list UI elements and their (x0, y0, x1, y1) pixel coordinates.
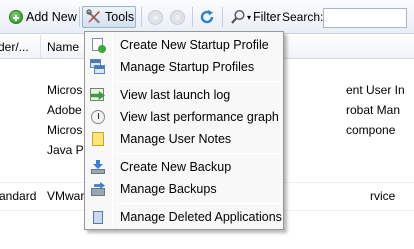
add-new-label: Add New (26, 10, 77, 24)
manage-backups-icon (90, 181, 106, 197)
previous-icon (148, 9, 163, 25)
menu-item-manage-backups[interactable]: Manage Backups (87, 178, 281, 200)
refresh-button[interactable] (199, 6, 215, 28)
column-header-folder[interactable]: der/... (0, 40, 29, 54)
list-item[interactable]: Adobe (47, 103, 82, 117)
refresh-icon (199, 9, 215, 25)
performance-icon (90, 109, 106, 125)
toolbar-separator (141, 7, 142, 27)
tools-menu: Create New Startup Profile Manage Startu… (84, 31, 284, 230)
column-divider[interactable] (40, 35, 41, 59)
list-item-description: ent User In (346, 83, 405, 97)
filter-icon (230, 9, 246, 25)
menu-separator (115, 153, 281, 154)
menu-item-label: Manage Deleted Applications (120, 210, 282, 224)
menu-item-label: Create New Startup Profile (120, 38, 269, 52)
next-icon (170, 9, 185, 25)
list-item-description: compone (346, 123, 396, 137)
next-button[interactable] (170, 6, 185, 28)
filter-button[interactable]: ▾ Filter (226, 6, 285, 28)
filter-label: Filter (253, 10, 281, 24)
menu-item-label: View last performance graph (120, 110, 279, 124)
tools-icon (86, 9, 102, 25)
menu-item-label: Create New Backup (120, 160, 232, 174)
add-new-button[interactable]: Add New (5, 6, 81, 28)
menu-item-label: Manage User Notes (120, 132, 232, 146)
list-item-description: robat Man (346, 103, 401, 117)
search-input[interactable] (323, 8, 407, 28)
chevron-down-icon: ▾ (247, 12, 252, 22)
column-header-name[interactable]: Name (47, 40, 79, 54)
list-item-type: andard (0, 189, 37, 203)
tools-label: Tools (105, 10, 135, 24)
notes-icon (90, 131, 106, 147)
menu-separator (115, 203, 281, 204)
deleted-apps-icon (90, 209, 106, 225)
menu-item-label: Manage Backups (120, 182, 217, 196)
toolbar-separator (192, 7, 193, 27)
list-item[interactable]: Micros (47, 83, 82, 97)
menu-item-manage-startup-profiles[interactable]: Manage Startup Profiles (87, 56, 281, 78)
menu-item-view-performance-graph[interactable]: View last performance graph (87, 106, 281, 128)
launch-log-icon (90, 87, 106, 103)
toolbar-separator (79, 7, 80, 27)
toolbar-separator (222, 7, 223, 27)
menu-item-label: View last launch log (120, 88, 231, 102)
new-profile-icon (90, 37, 106, 53)
menu-item-create-new-backup[interactable]: Create New Backup (87, 156, 281, 178)
menu-item-view-launch-log[interactable]: View last launch log (87, 84, 281, 106)
add-icon (9, 10, 23, 24)
menu-item-manage-user-notes[interactable]: Manage User Notes (87, 128, 281, 150)
list-item-description: rvice (370, 189, 396, 203)
tools-button[interactable]: Tools (82, 6, 136, 28)
list-item[interactable]: VMwar (47, 189, 84, 203)
menu-item-create-startup-profile[interactable]: Create New Startup Profile (87, 34, 281, 56)
menu-item-label: Manage Startup Profiles (120, 60, 255, 74)
search-label: Search: (282, 10, 324, 24)
list-item[interactable]: Micros (47, 123, 82, 137)
previous-button[interactable] (148, 6, 163, 28)
menu-item-manage-deleted-applications[interactable]: Manage Deleted Applications (87, 206, 282, 228)
menu-separator (115, 81, 281, 82)
profiles-icon (90, 59, 106, 75)
backup-icon (90, 159, 106, 175)
toolbar: Add New Tools ▾ Filter Search: (0, 0, 414, 34)
